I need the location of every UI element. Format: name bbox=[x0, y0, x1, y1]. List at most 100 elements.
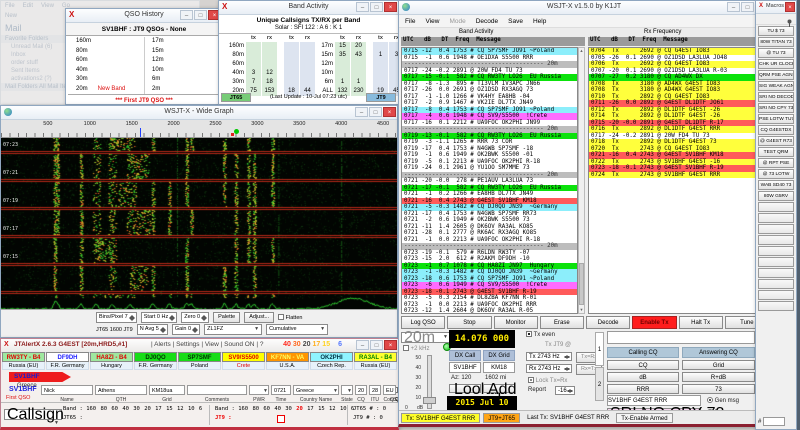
decode-row[interactable]: 0724 Tx 2743 @ SV1BHF G4EST RRR bbox=[589, 172, 756, 179]
macro-button[interactable]: @ G4EST R73 bbox=[758, 136, 794, 146]
macro-button-empty[interactable] bbox=[758, 246, 794, 256]
macro-button[interactable]: QRM PSE AGN? bbox=[758, 70, 794, 80]
decode-row[interactable]: ----------------------------------------… bbox=[402, 243, 577, 250]
macro-button[interactable]: TEST QRM bbox=[758, 147, 794, 157]
macro-button-empty[interactable] bbox=[758, 213, 794, 223]
field-name[interactable]: Nick bbox=[41, 385, 93, 395]
decode-row[interactable]: 0721 -5 -0.3 1482 # CQ DJ0QO JN39 ~Germa… bbox=[402, 204, 577, 211]
lock-txrx-checkbox[interactable]: Lock Tx=Rx bbox=[528, 377, 567, 384]
slider-thumb[interactable] bbox=[423, 397, 436, 404]
minimize-icon[interactable]: – bbox=[727, 2, 740, 12]
macro-button-empty[interactable] bbox=[758, 290, 794, 300]
tab-2[interactable]: 2 bbox=[595, 367, 604, 401]
menu-mode[interactable]: Mode bbox=[449, 18, 465, 25]
rx-frequency-list[interactable]: 0704 Tx 2692 @ CQ G4EST IO830705 -26 0.1… bbox=[588, 47, 757, 314]
macro-button-empty[interactable] bbox=[758, 268, 794, 278]
macro-button[interactable]: 80W G5RV bbox=[758, 191, 794, 201]
menu-view[interactable]: View bbox=[425, 18, 439, 25]
macro-button[interactable]: @ RPT PSE bbox=[758, 158, 794, 168]
macro-button-empty[interactable] bbox=[758, 257, 794, 267]
decode-row[interactable]: ----------------------------------------… bbox=[402, 61, 577, 68]
field-cont[interactable]: EU▼ bbox=[383, 385, 396, 395]
waterfall-canvas[interactable] bbox=[1, 138, 397, 314]
macro-button[interactable]: CHK UR CLOCK bbox=[758, 59, 794, 69]
close-icon[interactable]: × bbox=[383, 107, 396, 117]
waterfall[interactable]: 07:2307:2107:1907:1707:15 bbox=[1, 138, 397, 314]
macro-button-empty[interactable] bbox=[758, 235, 794, 245]
macro-button[interactable]: PSE LOTW TU73 bbox=[758, 114, 794, 124]
macro-button-empty[interactable] bbox=[758, 202, 794, 212]
msg-button-rrr[interactable]: RRR bbox=[607, 384, 679, 394]
plus2khz-checkbox[interactable]: +2 kHz bbox=[403, 345, 430, 352]
tx-freq-spinner[interactable]: Tx 2743 Hz bbox=[526, 352, 572, 361]
macro-count-field[interactable] bbox=[763, 417, 785, 426]
add-button[interactable]: Add bbox=[483, 384, 515, 393]
menu-save[interactable]: Save bbox=[508, 18, 523, 25]
decode-row[interactable]: 0717 -15 -0.1 582 # CQ RW3TY LO26 EU Rus… bbox=[402, 74, 577, 81]
decode-row[interactable]: 0723 -12 1.4 2604 @ DK6OV RA3AL R-05 bbox=[402, 308, 577, 314]
wide-graph-titlebar[interactable]: WSJT-X - Wide Graph – □ × bbox=[1, 106, 397, 120]
maximize-icon[interactable]: □ bbox=[369, 107, 382, 117]
log-qso-button[interactable]: Log QSO bbox=[401, 316, 445, 329]
menu-file[interactable]: File bbox=[405, 18, 415, 25]
msg-button-db[interactable]: dB bbox=[607, 372, 679, 382]
adjust-button[interactable]: Adjust... bbox=[244, 312, 274, 323]
decode-row[interactable]: ----------------------------------------… bbox=[402, 126, 577, 133]
dx-grid-field[interactable]: KM18 bbox=[483, 362, 515, 373]
macros-titlebar[interactable]: X Macros [.. × bbox=[756, 1, 796, 14]
macro-button[interactable]: @ TU 73 bbox=[758, 48, 794, 58]
field-cq[interactable]: 20▼ bbox=[355, 385, 367, 395]
macro-button[interactable]: WAB SD40 73 bbox=[758, 180, 794, 190]
qso-history-titlebar[interactable]: X QSO History – □ × bbox=[66, 9, 222, 23]
macro-button-empty[interactable] bbox=[758, 301, 794, 311]
field-countryname[interactable]: Greece▼ bbox=[293, 385, 339, 395]
monitor-button[interactable]: Monitor bbox=[494, 316, 538, 329]
macro-button[interactable]: CQ G4ESTDX bbox=[758, 125, 794, 135]
macro-button[interactable]: 80W TITAN 73 bbox=[758, 37, 794, 47]
field-pwr[interactable]: ▼ bbox=[249, 385, 269, 395]
field-time[interactable]: 0721 bbox=[271, 385, 291, 395]
decode-row[interactable]: 0715 -12 0.4 1753 # CQ SP7SMF JO91 ~Pola… bbox=[402, 48, 577, 55]
macro-button-empty[interactable] bbox=[758, 279, 794, 289]
field-itu[interactable]: 28▼ bbox=[369, 385, 381, 395]
menu-help[interactable]: Help bbox=[533, 18, 546, 25]
scrollbar-thumb[interactable] bbox=[579, 263, 584, 305]
frequency-scale[interactable]: 50010001500200025003000350040004500 bbox=[1, 120, 397, 138]
maximize-icon[interactable]: □ bbox=[194, 10, 207, 20]
menu-decode[interactable]: Decode bbox=[476, 18, 498, 25]
jt9-hot-band-checkbox[interactable] bbox=[277, 415, 285, 423]
tab-1[interactable]: 1 bbox=[595, 332, 604, 366]
macro-button[interactable]: TU $ 73 bbox=[758, 26, 794, 36]
left-scrollbar[interactable]: ▲ ▼ bbox=[578, 47, 585, 314]
email-menu-item[interactable]: Edit bbox=[23, 3, 33, 9]
gain-spinner[interactable]: Gain 0 bbox=[172, 324, 200, 335]
start-hz-spinner[interactable]: Start 0 Hz bbox=[141, 312, 177, 323]
decode-button[interactable]: Decode bbox=[586, 316, 630, 329]
macro-button[interactable]: SIG WEAK AGN? bbox=[758, 81, 794, 91]
rx-freq-spinner[interactable]: Rx 2743 Hz bbox=[526, 364, 572, 373]
gen-msg-radio[interactable]: Gen msg bbox=[707, 397, 739, 404]
palette-select[interactable]: ZL1FZ▼ bbox=[204, 324, 262, 335]
selected-callsign-badge[interactable]: SV1BHF bbox=[9, 372, 71, 382]
field-comments[interactable] bbox=[187, 385, 247, 395]
halt-tx-button[interactable]: Halt Tx bbox=[679, 316, 723, 329]
minimize-icon[interactable]: – bbox=[356, 2, 369, 12]
stop-button[interactable]: Stop bbox=[447, 316, 491, 329]
display-mode-select[interactable]: Cumulative▼ bbox=[266, 324, 328, 335]
tx-even-checkbox[interactable]: Tx even bbox=[526, 331, 555, 338]
band-activity-titlebar[interactable]: X Band Activity – □ × bbox=[219, 1, 398, 15]
scroll-up-icon[interactable]: ▲ bbox=[579, 48, 584, 54]
band-select[interactable]: 20m▼ bbox=[401, 332, 451, 343]
frequency-display[interactable]: 14.076 000 bbox=[449, 330, 515, 348]
palette-button[interactable]: Palette bbox=[213, 312, 240, 323]
field-grid[interactable]: KM18ua bbox=[149, 385, 185, 395]
lookup-button[interactable]: Lookup bbox=[449, 384, 481, 393]
dx-call-field[interactable]: SV1BHF bbox=[449, 362, 481, 373]
macro-button-empty[interactable] bbox=[758, 224, 794, 234]
report-spinner[interactable]: -16 bbox=[555, 386, 575, 395]
field-qth[interactable]: Athens bbox=[95, 385, 147, 395]
minimize-icon[interactable]: – bbox=[355, 107, 368, 117]
tx-message-field[interactable] bbox=[607, 331, 755, 344]
field-state[interactable]: ▼ bbox=[341, 385, 353, 395]
macro-button[interactable]: SRI NO CPY 73 bbox=[758, 103, 794, 113]
